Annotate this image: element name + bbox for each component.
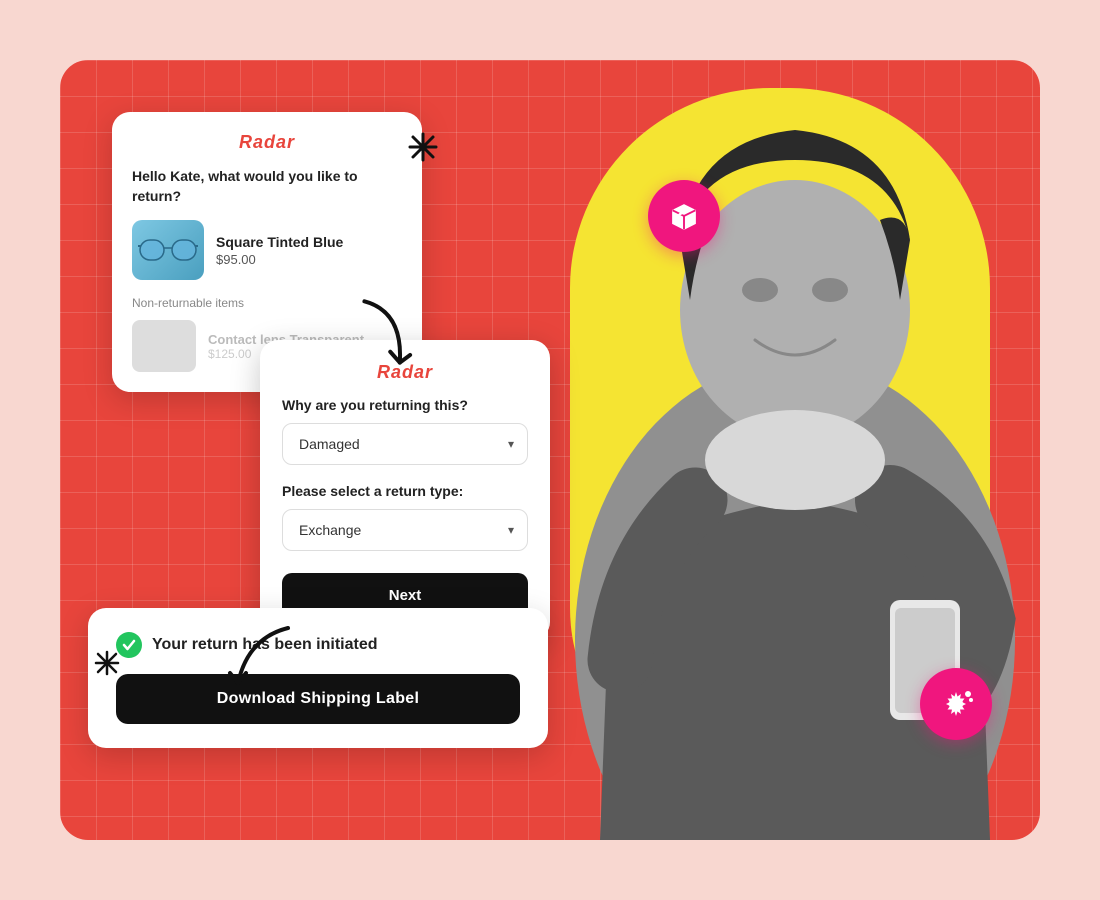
- reason-label: Why are you returning this?: [282, 397, 528, 413]
- arrow-2: [218, 618, 298, 703]
- package-icon: [665, 197, 703, 235]
- product-price: $95.00: [216, 252, 343, 267]
- sparkle-decoration-top: [408, 132, 438, 168]
- return-initiated-banner: Your return has been initiated: [116, 632, 520, 658]
- sunglasses-illustration: [138, 232, 198, 268]
- return-type-select-wrapper[interactable]: Exchange Refund Store credit ▾: [282, 509, 528, 551]
- gear-icon: [936, 684, 976, 724]
- grayed-thumbnail: [132, 320, 196, 372]
- reason-select[interactable]: Damaged Wrong item Not as described Chan…: [282, 423, 528, 465]
- sparkle-decoration-bottom: [94, 650, 120, 682]
- main-container: Radar Hello Kate, what would you like to…: [60, 60, 1040, 840]
- return-type-select[interactable]: Exchange Refund Store credit: [282, 509, 528, 551]
- product-details: Square Tinted Blue $95.00: [216, 234, 343, 267]
- product-name: Square Tinted Blue: [216, 234, 343, 250]
- return-type-label: Please select a return type:: [282, 483, 528, 499]
- product-thumbnail: [132, 220, 204, 280]
- download-shipping-label-button[interactable]: Download Shipping Label: [116, 674, 520, 724]
- reason-select-wrapper[interactable]: Damaged Wrong item Not as described Chan…: [282, 423, 528, 465]
- package-badge: [648, 180, 720, 252]
- gear-badge: [920, 668, 992, 740]
- returnable-product-item[interactable]: Square Tinted Blue $95.00: [132, 220, 402, 280]
- greeting-text: Hello Kate, what would you like to retur…: [132, 167, 402, 206]
- radar-logo-1: Radar: [132, 132, 402, 153]
- return-initiated-card: Your return has been initiated Download …: [88, 608, 548, 748]
